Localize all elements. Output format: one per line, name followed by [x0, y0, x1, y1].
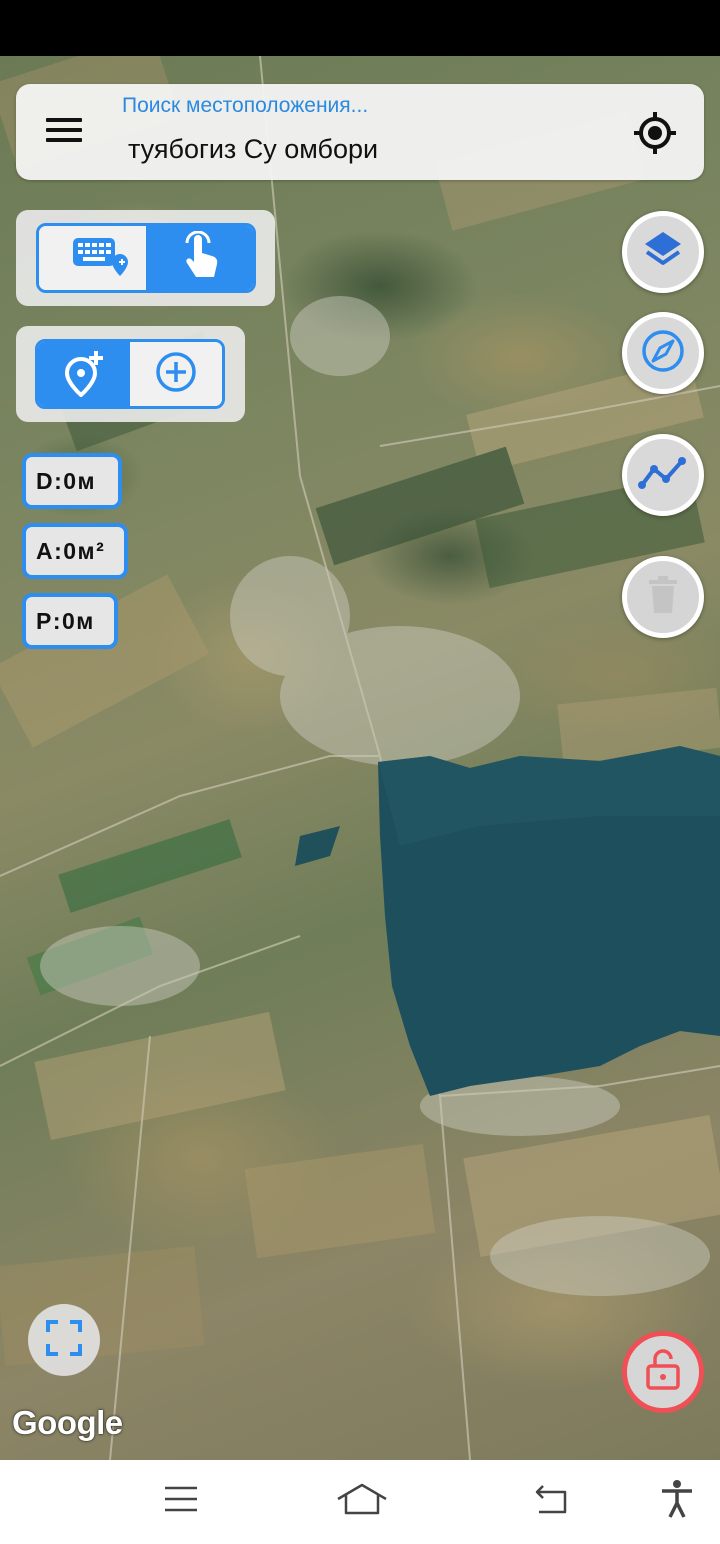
accessibility-button[interactable]	[652, 1478, 702, 1524]
menu-icon[interactable]	[46, 112, 86, 152]
compass-icon	[640, 328, 686, 379]
my-location-icon[interactable]	[632, 110, 678, 156]
lock-button[interactable]	[622, 1331, 704, 1413]
search-placeholder: Поиск местоположения...	[122, 94, 369, 117]
keyboard-input-button[interactable]	[39, 226, 146, 290]
fullscreen-icon	[44, 1318, 84, 1363]
add-mode-toggle	[35, 339, 225, 409]
nav-home-icon	[336, 1481, 388, 1522]
search-bar[interactable]: Поиск местоположения... туябогиз Су омбо…	[16, 84, 704, 180]
compass-button[interactable]	[622, 312, 704, 394]
nav-menu-icon	[163, 1484, 199, 1519]
layers-icon	[641, 228, 685, 277]
route-icon	[638, 453, 688, 498]
add-circle-icon	[154, 350, 198, 399]
nav-back-button[interactable]	[526, 1478, 576, 1524]
touch-input-button[interactable]	[146, 226, 253, 290]
delete-button[interactable]	[622, 556, 704, 638]
input-mode-toggle	[36, 223, 256, 293]
keyboard-pin-icon	[53, 228, 133, 289]
nav-back-icon	[531, 1482, 571, 1521]
accessibility-icon	[659, 1479, 695, 1524]
perimeter-readout: P:0м	[22, 593, 118, 649]
add-location-icon	[61, 347, 107, 402]
distance-readout: D:0м	[22, 453, 122, 509]
unlock-icon	[643, 1348, 683, 1397]
nav-menu-button[interactable]	[156, 1478, 206, 1524]
nav-home-button[interactable]	[336, 1478, 388, 1524]
trash-icon	[645, 575, 681, 620]
input-mode-panel	[16, 210, 275, 306]
add-point-button[interactable]	[38, 342, 130, 406]
area-readout: A:0м²	[22, 523, 128, 579]
fullscreen-button[interactable]	[28, 1304, 100, 1376]
google-logo: Google	[12, 1404, 123, 1441]
search-input[interactable]: туябогиз Су омбори	[128, 134, 378, 165]
app-screen: Поиск местоположения... туябогиз Су омбо…	[0, 0, 720, 1544]
route-button[interactable]	[622, 434, 704, 516]
touch-icon	[178, 230, 222, 286]
add-shape-button[interactable]	[130, 342, 222, 406]
system-navigation-bar	[0, 1460, 720, 1544]
add-mode-panel	[16, 326, 245, 422]
layers-button[interactable]	[622, 211, 704, 293]
status-bar	[0, 0, 720, 56]
